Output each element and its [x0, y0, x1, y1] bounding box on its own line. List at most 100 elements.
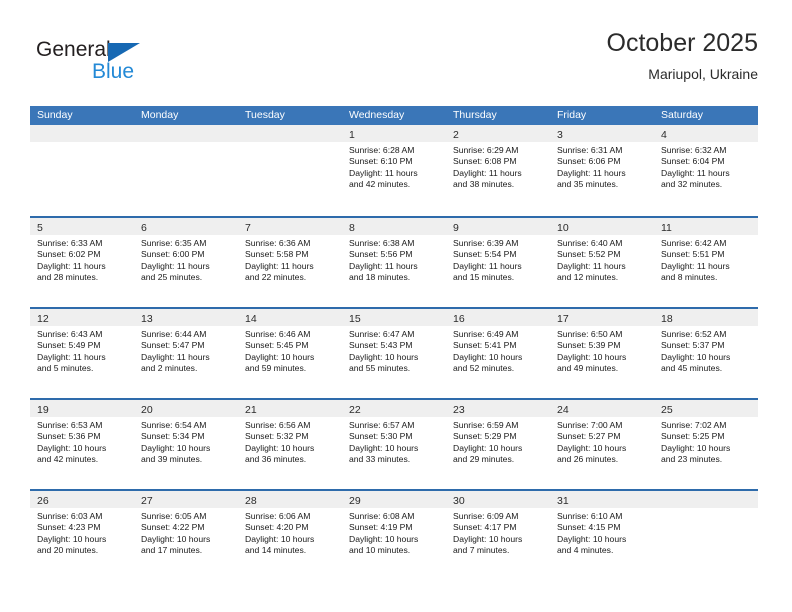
sunset-text: Sunset: 6:08 PM [453, 156, 517, 167]
weekday-header-wednesday: Wednesday [349, 109, 405, 121]
calendar-week-row: 1 Sunrise: 6:28 AM Sunset: 6:10 PM Daylight… [30, 125, 758, 216]
day-number: 6 [141, 222, 147, 234]
daylight-text-line1: Daylight: 10 hours [453, 351, 523, 362]
calendar-weeks: 1 Sunrise: 6:28 AM Sunset: 6:10 PM Daylight… [30, 125, 758, 580]
calendar-day-cell[interactable]: 19 Sunrise: 6:53 AM Sunset: 5:36 PM Dayligh… [30, 400, 134, 489]
daylight-text-line1: Daylight: 10 hours [141, 533, 211, 544]
calendar-day-cell[interactable]: 8 Sunrise: 6:38 AM Sunset: 5:56 PM Daylight… [342, 218, 446, 307]
sunset-text: Sunset: 5:39 PM [557, 340, 621, 351]
day-number-band [238, 125, 342, 142]
calendar-day-cell[interactable]: 18 Sunrise: 6:52 AM Sunset: 5:37 PM Dayligh… [654, 309, 758, 398]
calendar-day-cell[interactable]: 6 Sunrise: 6:35 AM Sunset: 6:00 PM Daylight… [134, 218, 238, 307]
day-details: Sunrise: 6:35 AM Sunset: 6:00 PM Daylight:… [134, 235, 238, 284]
daylight-text-line1: Daylight: 11 hours [141, 351, 210, 362]
calendar-day-cell[interactable]: 29 Sunrise: 6:08 AM Sunset: 4:19 PM Dayligh… [342, 491, 446, 580]
daylight-text-line2: and 38 minutes. [453, 179, 515, 190]
daylight-text-line1: Daylight: 11 hours [245, 260, 314, 271]
day-number: 11 [661, 222, 672, 234]
calendar-day-cell[interactable]: 23 Sunrise: 6:59 AM Sunset: 5:29 PM Dayligh… [446, 400, 550, 489]
calendar-day-cell[interactable]: 11 Sunrise: 6:42 AM Sunset: 5:51 PM Dayligh… [654, 218, 758, 307]
daylight-text-line1: Daylight: 10 hours [661, 442, 731, 453]
calendar-day-cell[interactable]: 14 Sunrise: 6:46 AM Sunset: 5:45 PM Dayligh… [238, 309, 342, 398]
daylight-text-line2: and 25 minutes. [141, 272, 203, 283]
calendar-day-cell[interactable]: 26 Sunrise: 6:03 AM Sunset: 4:23 PM Dayligh… [30, 491, 134, 580]
calendar-day-cell[interactable]: 1 Sunrise: 6:28 AM Sunset: 6:10 PM Daylight… [342, 125, 446, 216]
weekday-header-row: Sunday Monday Tuesday Wednesday Thursday… [30, 106, 758, 125]
calendar-day-cell[interactable]: 5 Sunrise: 6:33 AM Sunset: 6:02 PM Daylight… [30, 218, 134, 307]
day-number: 19 [37, 404, 49, 416]
calendar-day-cell[interactable]: 21 Sunrise: 6:56 AM Sunset: 5:32 PM Dayligh… [238, 400, 342, 489]
day-details: Sunrise: 6:53 AM Sunset: 5:36 PM Daylight:… [30, 417, 134, 466]
calendar-day-cell[interactable]: 16 Sunrise: 6:49 AM Sunset: 5:41 PM Dayligh… [446, 309, 550, 398]
day-number-band: 10 [550, 218, 654, 235]
calendar-day-cell[interactable]: 22 Sunrise: 6:57 AM Sunset: 5:30 PM Dayligh… [342, 400, 446, 489]
day-details: Sunrise: 6:39 AM Sunset: 5:54 PM Daylight:… [446, 235, 550, 284]
day-number: 4 [661, 129, 667, 141]
sunrise-text: Sunrise: 6:39 AM [453, 238, 519, 248]
day-details: Sunrise: 6:46 AM Sunset: 5:45 PM Daylight:… [238, 326, 342, 375]
sunrise-text: Sunrise: 7:02 AM [661, 420, 727, 430]
calendar-week-row: 12 Sunrise: 6:43 AM Sunset: 5:49 PM Dayligh… [30, 307, 758, 398]
sunset-text: Sunset: 6:10 PM [349, 156, 413, 167]
day-number: 25 [661, 404, 673, 416]
daylight-text-line1: Daylight: 10 hours [557, 442, 627, 453]
calendar-day-cell[interactable]: 20 Sunrise: 6:54 AM Sunset: 5:34 PM Dayligh… [134, 400, 238, 489]
sunrise-text: Sunrise: 6:54 AM [141, 420, 207, 430]
logo-text-general: General [36, 38, 111, 61]
sunrise-text: Sunrise: 6:32 AM [661, 145, 727, 155]
daylight-text-line2: and 12 minutes. [557, 272, 619, 283]
day-number: 12 [37, 313, 49, 325]
daylight-text-line1: Daylight: 10 hours [661, 351, 731, 362]
sunrise-text: Sunrise: 6:05 AM [141, 511, 207, 521]
sunset-text: Sunset: 6:06 PM [557, 156, 621, 167]
calendar-day-cell[interactable]: 4 Sunrise: 6:32 AM Sunset: 6:04 PM Daylight… [654, 125, 758, 216]
daylight-text-line2: and 10 minutes. [349, 545, 411, 556]
calendar-day-cell[interactable]: 12 Sunrise: 6:43 AM Sunset: 5:49 PM Dayligh… [30, 309, 134, 398]
day-number: 10 [557, 222, 569, 234]
calendar-day-cell[interactable]: 30 Sunrise: 6:09 AM Sunset: 4:17 PM Dayligh… [446, 491, 550, 580]
calendar-day-cell[interactable]: 10 Sunrise: 6:40 AM Sunset: 5:52 PM Dayligh… [550, 218, 654, 307]
sunset-text: Sunset: 5:41 PM [453, 340, 517, 351]
calendar-day-cell[interactable]: 27 Sunrise: 6:05 AM Sunset: 4:22 PM Dayligh… [134, 491, 238, 580]
calendar-day-cell[interactable]: 13 Sunrise: 6:44 AM Sunset: 5:47 PM Dayligh… [134, 309, 238, 398]
day-details: Sunrise: 6:49 AM Sunset: 5:41 PM Daylight:… [446, 326, 550, 375]
calendar-day-cell[interactable]: 3 Sunrise: 6:31 AM Sunset: 6:06 PM Daylight… [550, 125, 654, 216]
day-number-band [134, 125, 238, 142]
calendar-day-cell[interactable]: 7 Sunrise: 6:36 AM Sunset: 5:58 PM Daylight… [238, 218, 342, 307]
general-blue-logo: General Blue [30, 32, 230, 90]
calendar-day-cell[interactable]: 25 Sunrise: 7:02 AM Sunset: 5:25 PM Dayligh… [654, 400, 758, 489]
calendar-day-cell[interactable]: 17 Sunrise: 6:50 AM Sunset: 5:39 PM Dayligh… [550, 309, 654, 398]
daylight-text-line2: and 55 minutes. [349, 363, 411, 374]
calendar-day-cell[interactable]: 31 Sunrise: 6:10 AM Sunset: 4:15 PM Dayligh… [550, 491, 654, 580]
calendar-day-cell[interactable]: 24 Sunrise: 7:00 AM Sunset: 5:27 PM Dayligh… [550, 400, 654, 489]
daylight-text-line2: and 33 minutes. [349, 454, 411, 465]
calendar-day-cell[interactable]: 15 Sunrise: 6:47 AM Sunset: 5:43 PM Dayligh… [342, 309, 446, 398]
sunset-text: Sunset: 5:54 PM [453, 249, 517, 260]
sunrise-text: Sunrise: 6:56 AM [245, 420, 311, 430]
day-number-band: 7 [238, 218, 342, 235]
sunset-text: Sunset: 5:34 PM [141, 431, 205, 442]
daylight-text-line2: and 39 minutes. [141, 454, 203, 465]
calendar-day-cell[interactable]: 9 Sunrise: 6:39 AM Sunset: 5:54 PM Daylight… [446, 218, 550, 307]
day-number: 3 [557, 129, 563, 141]
day-details: Sunrise: 6:36 AM Sunset: 5:58 PM Daylight:… [238, 235, 342, 284]
calendar-day-cell-empty [238, 125, 342, 216]
day-number: 1 [349, 129, 355, 141]
calendar-day-cell[interactable]: 2 Sunrise: 6:29 AM Sunset: 6:08 PM Daylight… [446, 125, 550, 216]
day-details: Sunrise: 6:47 AM Sunset: 5:43 PM Daylight:… [342, 326, 446, 375]
page-title: October 2025 [606, 29, 759, 57]
day-details: Sunrise: 6:06 AM Sunset: 4:20 PM Daylight:… [238, 508, 342, 557]
calendar-day-cell[interactable]: 28 Sunrise: 6:06 AM Sunset: 4:20 PM Dayligh… [238, 491, 342, 580]
day-number-band: 29 [342, 491, 446, 508]
sunrise-text: Sunrise: 7:00 AM [557, 420, 623, 430]
day-details: Sunrise: 6:05 AM Sunset: 4:22 PM Daylight:… [134, 508, 238, 557]
day-details: Sunrise: 6:31 AM Sunset: 6:06 PM Daylight:… [550, 142, 654, 191]
daylight-text-line2: and 26 minutes. [557, 454, 619, 465]
day-number-band: 13 [134, 309, 238, 326]
daylight-text-line2: and 35 minutes. [557, 179, 619, 190]
day-details: Sunrise: 6:42 AM Sunset: 5:51 PM Daylight:… [654, 235, 758, 284]
day-number-band: 27 [134, 491, 238, 508]
day-details: Sunrise: 7:02 AM Sunset: 5:25 PM Daylight:… [654, 417, 758, 466]
day-number-band: 22 [342, 400, 446, 417]
sunset-text: Sunset: 4:19 PM [349, 522, 413, 533]
